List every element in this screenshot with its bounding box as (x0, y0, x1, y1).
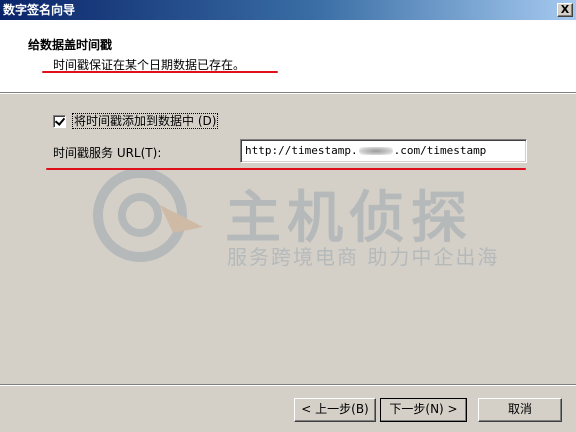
url-suffix: .com/timestamp (393, 144, 487, 157)
watermark-logo-icon (93, 168, 203, 262)
add-timestamp-option[interactable]: 将时间戳添加到数据中 (D) (53, 113, 219, 129)
close-button[interactable]: X (557, 3, 573, 17)
watermark-title: 主机侦探 (225, 186, 473, 251)
page-title: 给数据盖时间戳 (28, 38, 113, 52)
timestamp-url-label: 时间戳服务 URL(T): (53, 146, 162, 160)
watermark: 主机侦探 服务跨境电商 助力中企出海 (85, 163, 525, 273)
timestamp-url-input[interactable]: http://timestamp. .com/timestamp (240, 139, 527, 163)
back-button[interactable]: < 上一步(B) (294, 398, 376, 422)
add-timestamp-checkbox[interactable] (53, 114, 66, 128)
annotation-underline-subtitle (42, 71, 278, 73)
cancel-button[interactable]: 取消 (478, 398, 562, 422)
title-bar: 数字签名向导 X (0, 0, 576, 20)
annotation-underline-url (46, 168, 526, 170)
close-icon: X (560, 3, 570, 16)
wizard-header: 给数据盖时间戳 时间戳保证在某个日期数据已存在。 (0, 20, 576, 92)
next-button[interactable]: 下一步(N) > (380, 398, 467, 422)
add-timestamp-label[interactable]: 将时间戳添加到数据中 (D) (72, 113, 219, 129)
redaction-blur (358, 147, 393, 155)
url-prefix: http://timestamp. (245, 144, 358, 157)
watermark-slogan: 服务跨境电商 助力中企出海 (227, 245, 500, 269)
header-separator (0, 92, 576, 94)
window-title: 数字签名向导 (3, 3, 76, 17)
footer-separator (0, 384, 576, 386)
